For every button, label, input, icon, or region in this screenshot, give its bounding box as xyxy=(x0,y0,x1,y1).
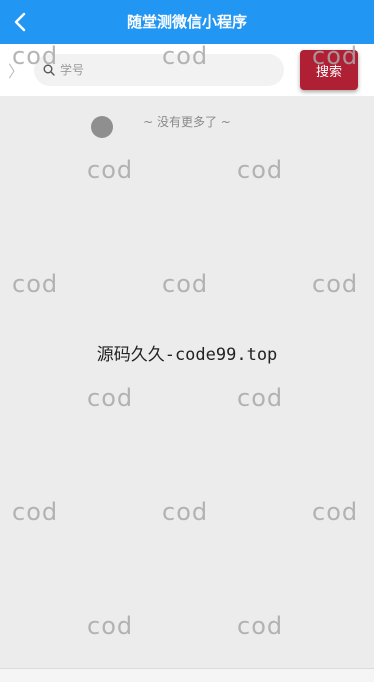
chevron-left-icon xyxy=(14,12,26,32)
bottom-divider xyxy=(0,668,374,682)
search-bar: 〉 搜索 xyxy=(0,44,374,96)
search-icon xyxy=(42,63,56,77)
page-title: 随堂测微信小程序 xyxy=(126,13,247,31)
list-end-text: ~ 没有更多了 ~ xyxy=(143,115,231,129)
scroll-left-icon: 〉 xyxy=(8,62,25,81)
back-button[interactable] xyxy=(4,6,36,38)
navigation-bar: 随堂测微信小程序 xyxy=(0,0,374,44)
student-id-input[interactable] xyxy=(60,55,270,85)
search-button[interactable]: 搜索 xyxy=(300,50,358,90)
search-box[interactable] xyxy=(34,54,284,86)
watermark-center-text: 源码久久-code99.top xyxy=(96,345,278,365)
page: 随堂测微信小程序 〉 搜索 ~ 没有更多了 ~ cod cod cod cod … xyxy=(0,0,374,682)
result-list[interactable]: ~ 没有更多了 ~ xyxy=(0,96,374,668)
